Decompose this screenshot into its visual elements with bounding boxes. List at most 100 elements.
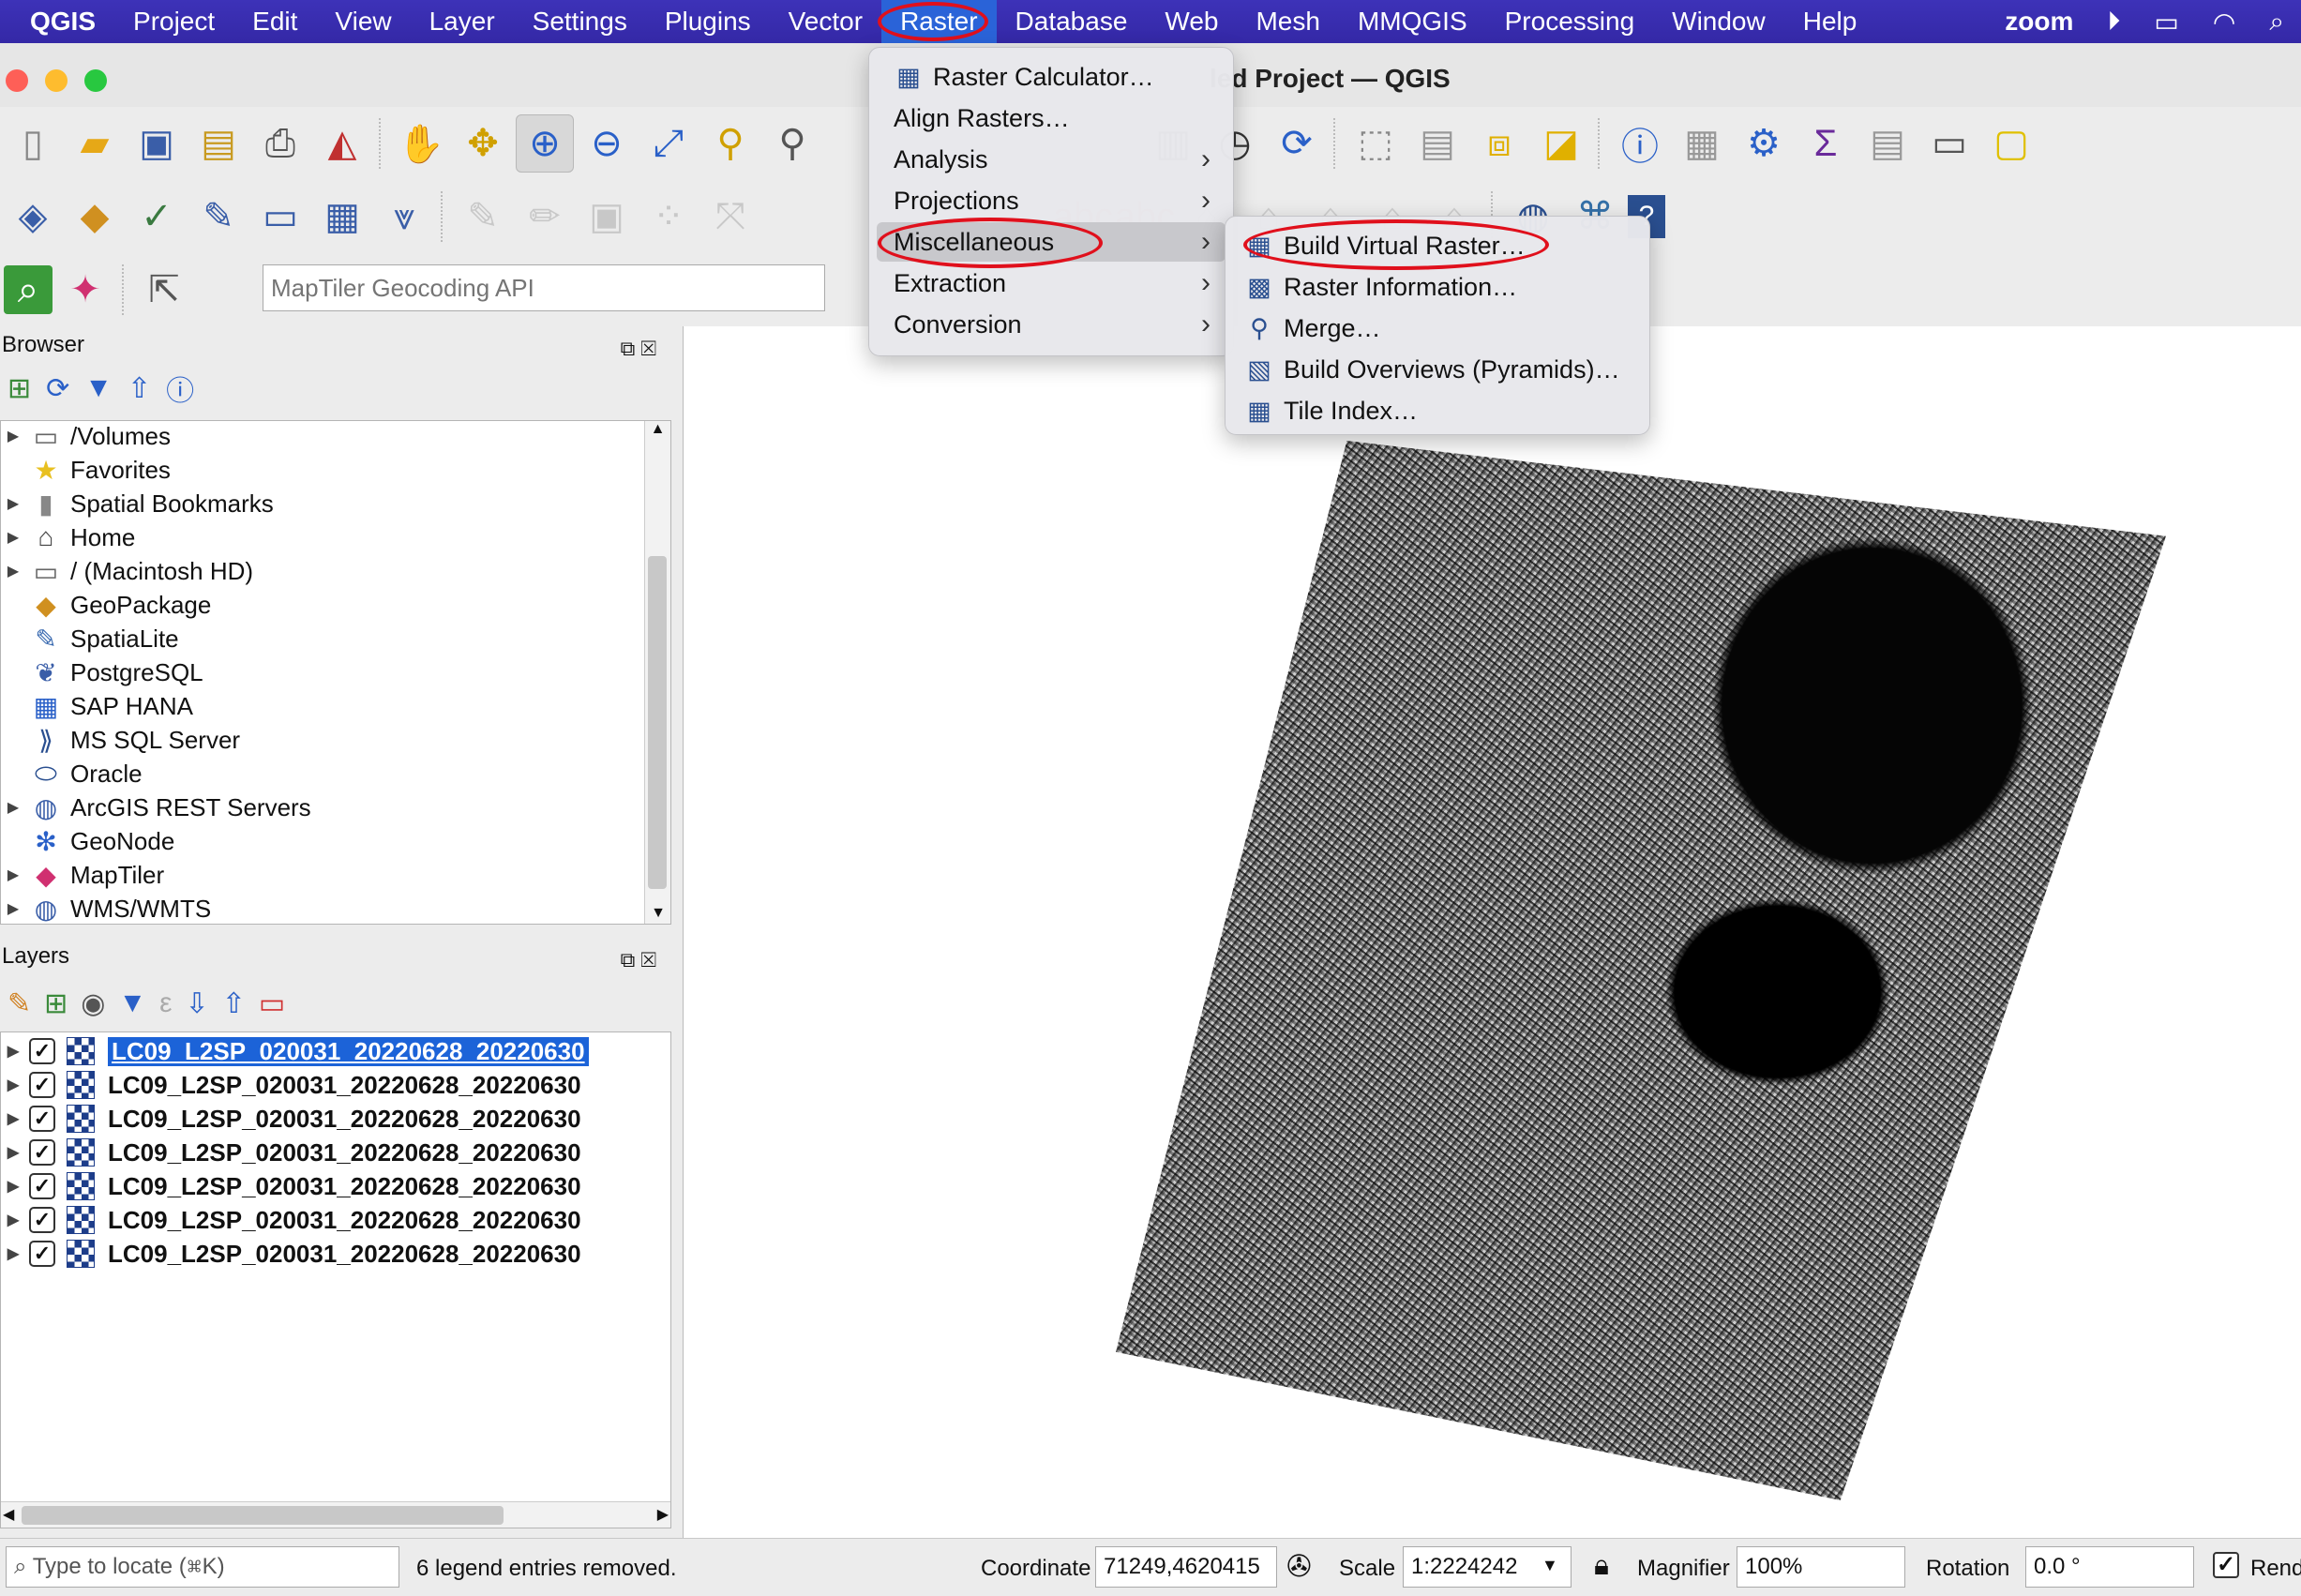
browser-scrollbar[interactable]: ▲ ▼ <box>644 421 670 924</box>
expand-arrow-icon[interactable]: ▶ <box>3 1042 23 1061</box>
style-manager-icon[interactable]: ◭ <box>313 114 371 173</box>
zoom-in-icon[interactable]: ⊕ <box>516 114 574 173</box>
miscellaneous-menu-item[interactable]: ▦ Build Virtual Raster… <box>1233 226 1642 265</box>
add-group-icon[interactable]: ⊞ <box>44 987 68 1020</box>
digitize-icon[interactable]: ✎ <box>454 188 512 246</box>
select-features-icon[interactable]: ⬚ <box>1346 114 1405 173</box>
statistical-summary-icon[interactable]: Σ <box>1797 114 1855 173</box>
expand-arrow-icon[interactable]: ▶ <box>3 1143 23 1162</box>
open-attribute-table-icon[interactable]: ▦ <box>1673 114 1731 173</box>
layer-visibility-checkbox[interactable]: ✓ <box>29 1241 55 1267</box>
browser-item[interactable]: ▶ ▭ /Volumes <box>1 421 171 453</box>
render-checkbox[interactable]: ✓ <box>2213 1552 2239 1578</box>
expand-arrow-icon[interactable]: ▶ <box>3 528 23 547</box>
select-by-location-icon[interactable]: ◪ <box>1532 114 1590 173</box>
geocoding-pointer-icon[interactable]: ⇱ <box>135 261 193 319</box>
scroll-left-icon[interactable]: ◀ <box>3 1505 14 1524</box>
browser-item[interactable]: ▶ ◍ ArcGIS REST Servers <box>1 790 311 824</box>
menu-view[interactable]: View <box>316 0 410 43</box>
raster-menu-item[interactable]: Miscellaneous › <box>877 222 1226 262</box>
expand-arrow-icon[interactable]: ▶ <box>3 1211 23 1229</box>
scrollbar-thumb[interactable] <box>648 556 667 889</box>
filter-legend-icon[interactable]: ▼ <box>118 987 146 1019</box>
refresh-icon[interactable]: ⟳ <box>1268 114 1326 173</box>
scroll-down-icon[interactable]: ▼ <box>645 905 670 922</box>
browser-item[interactable]: ⬭ Oracle <box>1 757 143 790</box>
search-icon[interactable]: ⌕ <box>2269 7 2284 38</box>
menu-project[interactable]: Project <box>114 0 233 43</box>
locator-search-input[interactable]: ⌕ Type to locate (⌘K) <box>6 1546 399 1588</box>
layer-item[interactable]: ▶ ✓ LC09_L2SP_020031_20220628_20220630 <box>1 1237 670 1271</box>
open-layer-styling-icon[interactable]: ✎ <box>8 987 31 1020</box>
expand-arrow-icon[interactable]: ▶ <box>3 866 23 884</box>
browser-item[interactable]: ⟫ MS SQL Server <box>1 723 240 757</box>
pan-map-icon[interactable]: ✋ <box>392 114 450 173</box>
raster-menu-item[interactable]: ▦ Raster Calculator… <box>877 57 1226 97</box>
layer-item[interactable]: ▶ ✓ LC09_L2SP_020031_20220628_20220630 <box>1 1203 670 1237</box>
raster-menu-item[interactable]: Projections › <box>877 181 1226 220</box>
collapse-all-icon[interactable]: ⇧ <box>128 372 151 405</box>
layout-manager-icon[interactable]: ⎙ <box>251 114 309 173</box>
select-by-value-icon[interactable]: ▤ <box>1408 114 1466 173</box>
browser-item[interactable]: ✎ SpatiaLite <box>1 622 178 655</box>
browser-item[interactable]: ◆ GeoPackage <box>1 588 211 622</box>
remove-layer-icon[interactable]: ▭ <box>259 987 285 1020</box>
geocoding-search-input[interactable] <box>263 264 825 311</box>
menu-plugins[interactable]: Plugins <box>646 0 770 43</box>
miscellaneous-menu-item[interactable]: ▦ Tile Index… <box>1233 391 1642 430</box>
filter-by-expression-icon[interactable]: ε <box>159 987 172 1019</box>
scroll-up-icon[interactable]: ▲ <box>645 421 670 438</box>
add-selected-layers-icon[interactable]: ⊞ <box>8 372 31 405</box>
processing-toolbox-icon[interactable]: ⚙ <box>1735 114 1793 173</box>
wifi-icon[interactable]: ◠ <box>2213 7 2235 38</box>
layers-hscrollbar[interactable]: ◀ ▶ <box>1 1501 670 1528</box>
new-mesh-layer-icon[interactable]: ⩔ <box>375 188 433 246</box>
menu-database[interactable]: Database <box>997 0 1147 43</box>
expand-arrow-icon[interactable]: ▶ <box>3 494 23 513</box>
miscellaneous-menu-item[interactable]: ⚲ Merge… <box>1233 309 1642 348</box>
expand-arrow-icon[interactable]: ▶ <box>3 1177 23 1196</box>
menu-qgis[interactable]: QGIS <box>0 0 114 43</box>
menu-processing[interactable]: Processing <box>1486 0 1654 43</box>
new-project-icon[interactable]: ▯ <box>4 114 62 173</box>
miscellaneous-menu-item[interactable]: ▩ Raster Information… <box>1233 267 1642 307</box>
expand-arrow-icon[interactable]: ▶ <box>3 1076 23 1094</box>
browser-item[interactable]: ▶ ▮ Spatial Bookmarks <box>1 487 274 520</box>
hscrollbar-thumb[interactable] <box>22 1506 504 1525</box>
collapse-all-icon[interactable]: ⇧ <box>222 987 246 1020</box>
deselect-features-icon[interactable]: ⧈ <box>1470 114 1528 173</box>
scroll-right-icon[interactable]: ▶ <box>657 1505 669 1524</box>
browser-item[interactable]: ▶ ▭ / (Macintosh HD) <box>1 554 253 588</box>
miscellaneous-menu-item[interactable]: ▧ Build Overviews (Pyramids)… <box>1233 350 1642 389</box>
zoom-to-selection-icon[interactable]: ⚲ <box>701 114 759 173</box>
expand-arrow-icon[interactable]: ▶ <box>3 1244 23 1263</box>
rotation-field[interactable]: 0.0 ° <box>2025 1546 2194 1588</box>
zoom-out-icon[interactable]: ⊖ <box>578 114 636 173</box>
menu-edit[interactable]: Edit <box>233 0 316 43</box>
attribute-table-icon[interactable]: ▤ <box>1858 114 1917 173</box>
save-project-icon[interactable]: ▣ <box>128 114 186 173</box>
layer-visibility-checkbox[interactable]: ✓ <box>29 1038 55 1064</box>
map-tip-bubble-icon[interactable]: ▢ <box>1982 114 2040 173</box>
raster-menu-item[interactable]: Extraction › <box>877 263 1226 303</box>
play-circle-icon[interactable]: ⏵ <box>2107 7 2120 38</box>
zoom-full-icon[interactable]: ⤢ <box>639 114 698 173</box>
layer-item[interactable]: ▶ ✓ LC09_L2SP_020031_20220628_20220630 <box>1 1102 670 1136</box>
layer-visibility-checkbox[interactable]: ✓ <box>29 1207 55 1233</box>
battery-icon[interactable]: ▭ <box>2154 7 2178 38</box>
new-geopackage-layer-icon[interactable]: ◆ <box>66 188 124 246</box>
menu-window[interactable]: Window <box>1653 0 1784 43</box>
scale-dropdown-icon[interactable]: ▼ <box>1542 1556 1558 1575</box>
close-window-button[interactable] <box>6 69 28 92</box>
raster-menu-item[interactable]: Analysis › <box>877 140 1226 179</box>
expand-arrow-icon[interactable]: ▶ <box>3 899 23 918</box>
zoom-window-button[interactable] <box>84 69 107 92</box>
new-memory-layer-icon[interactable]: ▭ <box>251 188 309 246</box>
panel-float-close-icons[interactable]: ⧉☒ <box>621 332 662 366</box>
expand-arrow-icon[interactable]: ▶ <box>3 1109 23 1128</box>
maptiler-plugin-icon[interactable]: ✦ <box>56 261 114 319</box>
magnifier-field[interactable]: 100% <box>1737 1546 1905 1588</box>
layer-item[interactable]: ▶ ✓ LC09_L2SP_020031_20220628_20220630 <box>1 1169 670 1203</box>
layer-visibility-checkbox[interactable]: ✓ <box>29 1173 55 1199</box>
menu-vector[interactable]: Vector <box>770 0 881 43</box>
